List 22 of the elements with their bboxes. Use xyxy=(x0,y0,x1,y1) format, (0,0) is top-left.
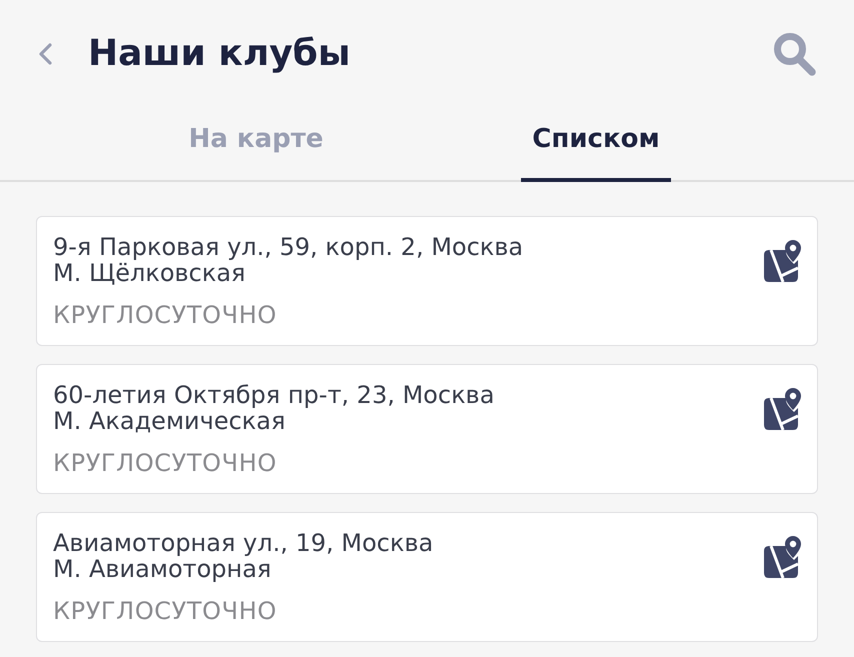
tab[interactable]: Списком xyxy=(521,107,671,182)
map-button[interactable] xyxy=(764,386,802,431)
map-button[interactable] xyxy=(764,238,802,283)
club-card[interactable]: 9-я Парковая ул., 59, корп. 2, Москва М. Щёлковская КРУГЛОСУТОЧНО xyxy=(36,216,818,346)
map-pin-icon xyxy=(764,534,802,579)
metro-station: М. Академическая xyxy=(53,408,286,434)
back-chevron-icon xyxy=(37,42,53,66)
club-address: 60-летия Октября пр-т, 23, Москва xyxy=(53,382,496,408)
page-title: Наши клубы xyxy=(88,33,352,74)
club-address: 9-я Парковая ул., 59, корп. 2, Москва xyxy=(53,234,524,260)
map-pin-icon xyxy=(764,238,802,283)
club-card[interactable]: 60-летия Октября пр-т, 23, Москва М. Академическая КРУГЛОСУТОЧНО xyxy=(36,364,818,494)
club-address: Авиамоторная ул., 19, Москва xyxy=(53,530,434,556)
map-pin-icon xyxy=(764,386,802,431)
opening-hours: КРУГЛОСУТОЧНО xyxy=(53,302,278,328)
club-card[interactable]: Авиамоторная ул., 19, Москва М. Авиамоторная КРУГЛОСУТОЧНО xyxy=(36,512,818,642)
opening-hours: КРУГЛОСУТОЧНО xyxy=(53,598,278,624)
metro-station: М. Авиамоторная xyxy=(53,556,272,582)
opening-hours: КРУГЛОСУТОЧНО xyxy=(53,450,278,476)
map-button[interactable] xyxy=(764,534,802,579)
metro-station: М. Щёлковская xyxy=(53,260,246,286)
search-icon xyxy=(772,30,818,76)
